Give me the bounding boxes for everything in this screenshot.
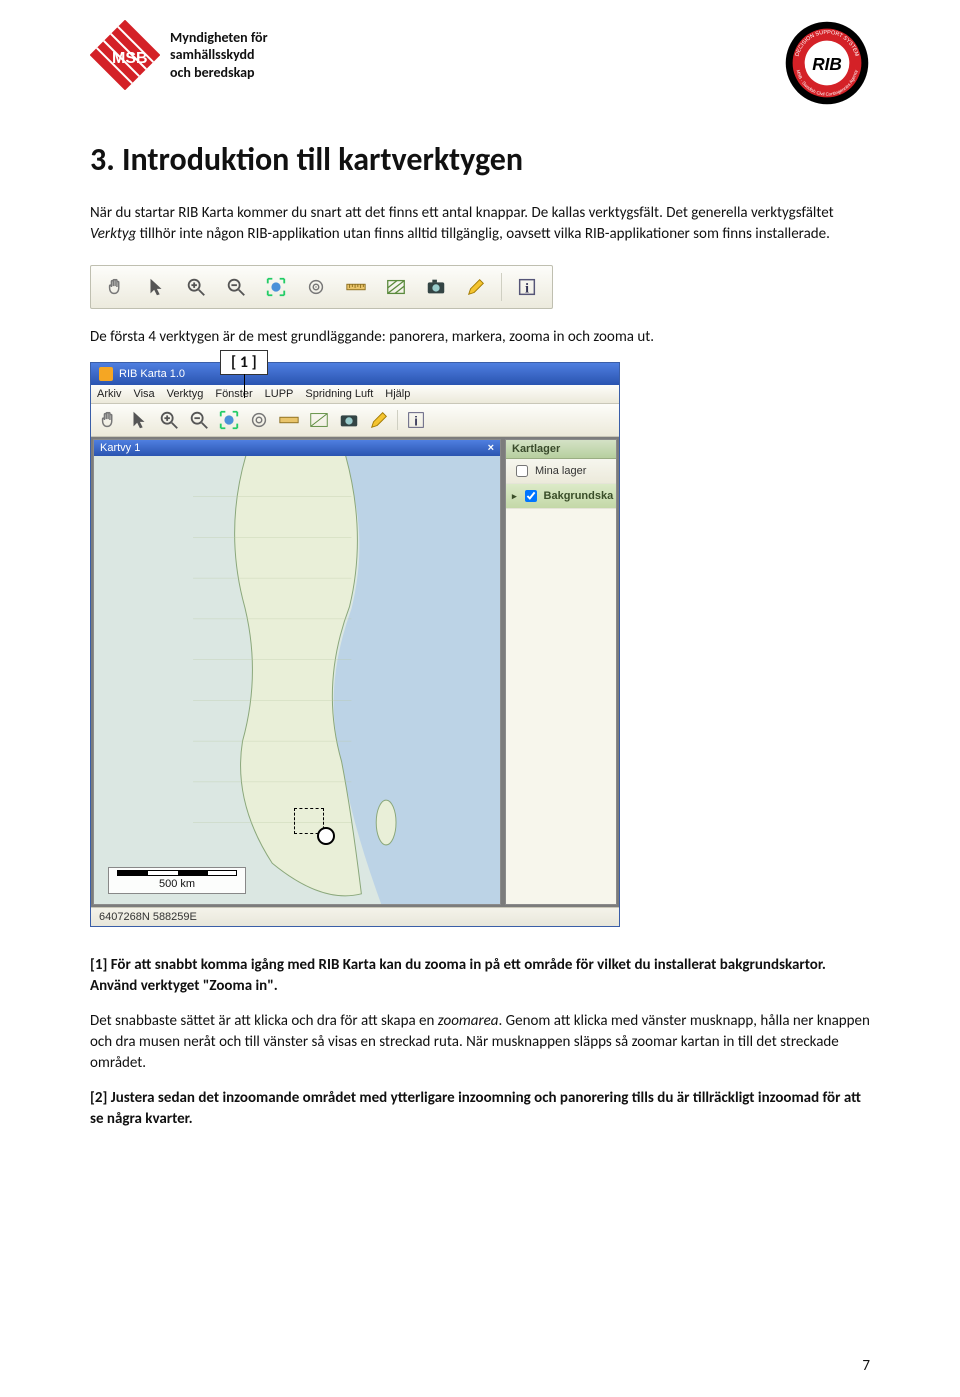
layers-pane: Kartlager Mina lager ▸ Bakgrundska — [505, 439, 617, 905]
app-screenshot: [ 1 ] RIB Karta 1.0 Arkiv Visa Verktyg F… — [90, 362, 870, 927]
zoom-in-icon[interactable] — [157, 408, 181, 432]
svg-text:i: i — [525, 281, 529, 296]
zoom-extent-icon[interactable] — [217, 408, 241, 432]
svg-text:RIB: RIB — [812, 54, 842, 74]
app-window: RIB Karta 1.0 Arkiv Visa Verktyg Fönster… — [90, 362, 620, 927]
menu-arkiv[interactable]: Arkiv — [97, 388, 121, 400]
msb-line-2: samhällsskydd — [170, 46, 268, 64]
msb-logo: MSB Myndigheten för samhällsskydd och be… — [90, 20, 268, 90]
map-tab-label: Kartvy 1 — [100, 442, 140, 454]
rib-logo: RIB DECISION SUPPORT SYSTEM MSB · Swedis… — [784, 20, 870, 111]
target-icon — [301, 272, 331, 302]
toolbar-separator — [397, 410, 398, 430]
window-title: RIB Karta 1.0 — [119, 368, 185, 380]
layer-item-mina-lager[interactable]: Mina lager — [506, 459, 616, 484]
pointer-icon — [141, 272, 171, 302]
window-titlebar: RIB Karta 1.0 — [91, 363, 619, 385]
zoom-in-icon — [181, 272, 211, 302]
info-icon: i — [512, 272, 542, 302]
layer-label: Mina lager — [535, 465, 586, 477]
close-icon[interactable]: × — [488, 442, 494, 454]
scale-label: 500 km — [159, 878, 195, 890]
zoom-out-icon — [221, 272, 251, 302]
layer-label: Bakgrundska — [544, 490, 614, 502]
app-toolbar: i — [91, 404, 619, 437]
step-1-paragraph: [1] För att snabbt komma igång med RIB K… — [90, 955, 870, 997]
svg-text:MSB: MSB — [112, 50, 148, 67]
svg-text:i: i — [414, 414, 418, 429]
msb-logo-text: Myndigheten för samhällsskydd och bereds… — [170, 29, 268, 82]
map-pane: Kartvy 1 × — [93, 439, 501, 905]
menubar: Arkiv Visa Verktyg Fönster LUPP Spridnin… — [91, 385, 619, 404]
info-icon[interactable]: i — [404, 408, 428, 432]
section-heading: 3. Introduktion till kartverktygen — [90, 140, 870, 179]
pencil-icon — [461, 272, 491, 302]
callout-label-1: [ 1 ] — [220, 350, 268, 375]
layer-checkbox-bakgrund[interactable] — [525, 490, 537, 502]
toolbar-separator — [501, 273, 502, 301]
step-2-paragraph: [2] Justera sedan det inzoomande området… — [90, 1088, 870, 1130]
zoom-extent-icon — [261, 272, 291, 302]
zoom-out-icon[interactable] — [187, 408, 211, 432]
target-icon[interactable] — [247, 408, 271, 432]
layer-item-bakgrund[interactable]: ▸ Bakgrundska — [506, 484, 616, 509]
msb-line-3: och beredskap — [170, 64, 268, 82]
measure-icon[interactable] — [277, 408, 301, 432]
hatch-icon — [381, 272, 411, 302]
menu-lupp[interactable]: LUPP — [265, 388, 294, 400]
scale-bar: 500 km — [108, 867, 246, 894]
app-workspace: Kartvy 1 × — [91, 437, 619, 907]
msb-logo-mark: MSB — [90, 20, 160, 90]
zoom-explanation-paragraph: Det snabbaste sättet är att klicka och d… — [90, 1011, 870, 1074]
pencil-icon[interactable] — [367, 408, 391, 432]
camera-icon[interactable] — [337, 408, 361, 432]
pan-icon[interactable] — [97, 408, 121, 432]
menu-fonster[interactable]: Fönster — [215, 388, 252, 400]
menu-hjalp[interactable]: Hjälp — [385, 388, 410, 400]
camera-icon — [421, 272, 451, 302]
status-bar: 6407268N 588259E — [91, 907, 619, 926]
menu-verktyg[interactable]: Verktyg — [167, 388, 204, 400]
status-coordinates: 6407268N 588259E — [99, 911, 197, 923]
pan-icon — [101, 272, 131, 302]
app-icon — [99, 367, 113, 381]
intro-paragraph: När du startar RIB Karta kommer du snart… — [90, 203, 870, 245]
measure-icon — [341, 272, 371, 302]
layer-checkbox-mina-lager[interactable] — [516, 465, 528, 477]
tools-description: De första 4 verktygen är de mest grundlä… — [90, 327, 870, 348]
menu-spridning[interactable]: Spridning Luft — [305, 388, 373, 400]
map-canvas[interactable]: 500 km — [94, 456, 500, 904]
layers-header: Kartlager — [506, 440, 616, 459]
pointer-icon[interactable] — [127, 408, 151, 432]
menu-visa[interactable]: Visa — [133, 388, 154, 400]
toolbar-screenshot: i — [90, 265, 553, 309]
map-pane-titlebar: Kartvy 1 × — [94, 440, 500, 456]
page-number: 7 — [862, 1357, 870, 1375]
zoom-area-rectangle — [294, 808, 324, 834]
document-header: MSB Myndigheten för samhällsskydd och be… — [90, 20, 870, 110]
hatch-icon[interactable] — [307, 408, 331, 432]
chevron-right-icon: ▸ — [512, 491, 517, 502]
msb-line-1: Myndigheten för — [170, 29, 268, 47]
